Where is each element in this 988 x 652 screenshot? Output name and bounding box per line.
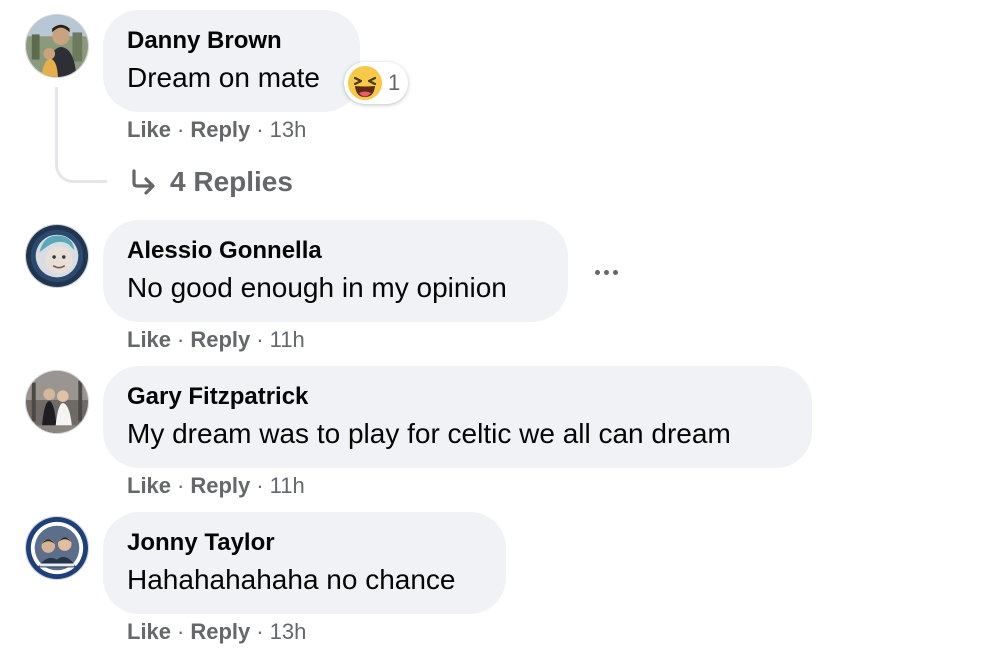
avatar-danny-brown[interactable] xyxy=(25,14,89,78)
comment-actions: Like · Reply · 11h xyxy=(127,325,305,355)
reply-arrow-icon xyxy=(132,169,155,195)
comment-author[interactable]: Alessio Gonnella xyxy=(127,234,544,268)
separator-dot: · xyxy=(256,327,264,352)
reply-button[interactable]: Reply xyxy=(190,619,250,644)
comment-text: Hahahahahaha no chance xyxy=(127,564,456,595)
comment-timestamp[interactable]: 11h xyxy=(270,327,305,352)
separator-dot: · xyxy=(256,473,264,498)
separator-dot: · xyxy=(177,473,185,498)
avatar-alessio-gonnella[interactable] xyxy=(25,224,89,288)
reply-button[interactable]: Reply xyxy=(190,473,250,498)
comment-author[interactable]: Gary Fitzpatrick xyxy=(127,380,788,414)
comment-timestamp[interactable]: 13h xyxy=(270,117,307,142)
reaction-count: 1 xyxy=(388,70,401,95)
avatar-photo xyxy=(26,15,88,77)
like-button[interactable]: Like xyxy=(127,117,171,142)
reply-button[interactable]: Reply xyxy=(190,327,250,352)
thread-connector-line xyxy=(55,87,107,183)
reaction-summary[interactable]: 1 xyxy=(344,62,408,104)
like-button[interactable]: Like xyxy=(127,327,171,352)
separator-dot: · xyxy=(256,117,264,142)
comment-timestamp[interactable]: 13h xyxy=(270,619,307,644)
separator-dot: · xyxy=(177,327,185,352)
comment-bubble-gary-fitzpatrick: Gary Fitzpatrick My dream was to play fo… xyxy=(103,366,812,468)
laughing-emoji-icon xyxy=(348,66,382,100)
comment-actions: Like · Reply · 11h xyxy=(127,471,305,501)
avatar-photo xyxy=(26,371,88,433)
like-button[interactable]: Like xyxy=(127,619,171,644)
reply-button[interactable]: Reply xyxy=(190,117,250,142)
comment-text: Dream on mate xyxy=(127,62,320,93)
avatar-jonny-taylor[interactable] xyxy=(25,516,89,580)
replies-count-label[interactable]: 4 Replies xyxy=(170,163,293,201)
avatar-gary-fitzpatrick[interactable] xyxy=(25,370,89,434)
comment-text: My dream was to play for celtic we all c… xyxy=(127,418,731,449)
separator-dot: · xyxy=(177,619,185,644)
more-dot-icon xyxy=(612,269,618,275)
comment-bubble-danny-brown: Danny Brown Dream on mate xyxy=(103,10,360,112)
comment-bubble-alessio-gonnella: Alessio Gonnella No good enough in my op… xyxy=(103,220,568,322)
separator-dot: · xyxy=(177,117,185,142)
more-dot-icon xyxy=(594,269,600,275)
view-replies-link[interactable]: 4 Replies xyxy=(128,163,293,201)
comment-actions: Like · Reply · 13h xyxy=(127,617,306,647)
comment-author[interactable]: Jonny Taylor xyxy=(127,526,482,560)
comment-bubble-jonny-taylor: Jonny Taylor Hahahahahaha no chance xyxy=(103,512,506,614)
comment-actions: Like · Reply · 13h xyxy=(127,115,306,145)
more-dot-icon xyxy=(603,269,609,275)
like-button[interactable]: Like xyxy=(127,473,171,498)
comment-timestamp[interactable]: 11h xyxy=(270,473,305,498)
avatar-photo xyxy=(26,225,88,287)
comment-text: No good enough in my opinion xyxy=(127,272,507,303)
avatar-photo xyxy=(26,517,88,579)
separator-dot: · xyxy=(256,619,264,644)
more-options-button[interactable] xyxy=(586,254,626,290)
comment-author[interactable]: Danny Brown xyxy=(127,24,336,58)
